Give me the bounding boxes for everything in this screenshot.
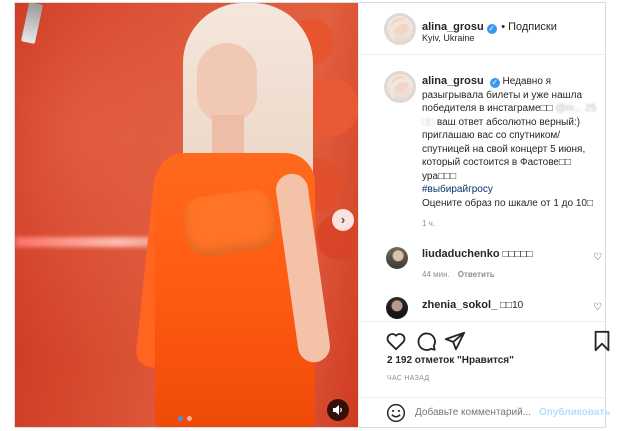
slide-dot [187, 416, 192, 421]
post-media[interactable]: › [15, 3, 358, 427]
comment-item: zhenia_sokol_ □□10 [422, 299, 620, 311]
comment-avatar[interactable] [386, 247, 408, 269]
following-button[interactable]: • Подписки [501, 21, 557, 33]
caption-time: 1 ч. [422, 219, 436, 228]
person-face [197, 43, 257, 123]
post-caption: alina_grosu ✓ Недавно я разыгрывала билет… [422, 75, 598, 210]
slide-dot-active [178, 416, 183, 421]
comment-like-icon[interactable]: ♡ [593, 252, 602, 263]
comment-username[interactable]: liudaduchenko [422, 248, 500, 260]
verified-badge-icon: ✓ [489, 78, 500, 88]
reply-button[interactable]: Ответить [458, 270, 495, 279]
caption-hashtag[interactable]: #выбирайгросу [422, 184, 493, 195]
caption-username[interactable]: alina_grosu [422, 75, 484, 87]
comment-input[interactable] [415, 407, 545, 418]
sound-toggle-button[interactable] [327, 399, 349, 421]
like-count[interactable]: 2 192 отметок "Нравится" [387, 355, 514, 366]
bookmark-icon[interactable] [591, 330, 613, 352]
speaker-icon [333, 405, 342, 415]
comment-icon[interactable] [415, 330, 437, 352]
verified-badge-icon: ✓ [486, 24, 497, 34]
comment-text: □□10 [499, 300, 524, 311]
comment-like-icon[interactable]: ♡ [593, 302, 602, 313]
person-neck [212, 115, 244, 155]
post-header: alina_grosu ✓ • Подписки Kyiv, Ukraine [359, 3, 607, 55]
comment-meta: 44 мин. Ответить [422, 270, 495, 279]
caption-text-3: Оцените образ по шкале от 1 до 10□ [422, 197, 594, 209]
post-sidebar: alina_grosu ✓ • Подписки Kyiv, Ukraine al… [358, 3, 610, 427]
avatar[interactable] [386, 15, 414, 43]
post-location[interactable]: Kyiv, Ukraine [422, 33, 474, 43]
add-comment-bar: Опубликовать [359, 397, 610, 427]
share-icon[interactable] [444, 330, 466, 352]
heart-icon[interactable] [385, 330, 407, 352]
slide-indicator [178, 416, 192, 421]
comment-avatar[interactable] [386, 297, 408, 319]
comment-username[interactable]: zhenia_sokol_ [422, 299, 497, 311]
action-bar [359, 321, 610, 352]
comment-time: 44 мин. [422, 270, 450, 279]
comment-text: □□□□□ [502, 249, 533, 260]
post-comment-button[interactable]: Опубликовать [539, 407, 610, 418]
post-modal: › alina_grosu✓ • Подписки Kyiv, Ukraine [14, 2, 610, 428]
header-username[interactable]: alina_grosu [422, 21, 484, 33]
next-slide-button[interactable]: › [332, 209, 354, 231]
post-timestamp: ЧАС НАЗАД [387, 375, 430, 382]
comment-item: liudaduchenko □□□□□ [422, 248, 620, 260]
caption-avatar[interactable] [386, 73, 414, 101]
smile-icon[interactable] [386, 403, 406, 423]
caption-text-2: ваш ответ абсолютно верный:) приглашаю в… [422, 116, 586, 182]
chevron-right-icon: › [340, 212, 346, 227]
